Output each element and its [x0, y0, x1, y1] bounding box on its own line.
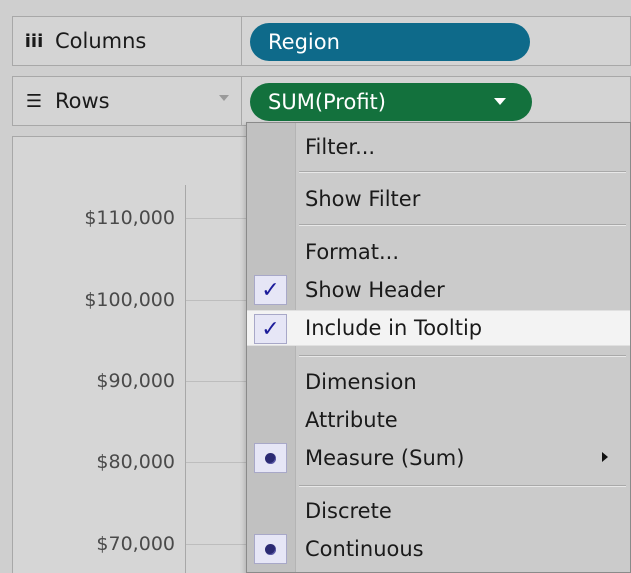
menu-separator [299, 224, 626, 226]
columns-icon: iii [24, 30, 44, 52]
y-axis-line [185, 185, 186, 573]
menu-separator [299, 171, 626, 173]
rows-icon: ☰ [25, 90, 43, 112]
menu-item-show-filter[interactable]: Show Filter [247, 181, 630, 217]
menu-item-label: Format... [305, 240, 400, 264]
menu-item-label: Include in Tooltip [305, 316, 483, 340]
menu-item-format[interactable]: Format... [247, 234, 630, 270]
menu-item-label: Measure (Sum) [305, 446, 465, 470]
menu-item-attribute[interactable]: Attribute [247, 402, 630, 438]
rows-label: Rows [55, 89, 110, 113]
region-pill[interactable]: Region [250, 23, 530, 61]
pill-dropdown-icon[interactable] [494, 98, 506, 105]
menu-item-continuous[interactable]: Continuous [247, 531, 630, 567]
y-tick-label: $70,000 [96, 533, 175, 555]
menu-item-label: Show Header [305, 278, 445, 302]
menu-item-include-in-tooltip[interactable]: ✓ Include in Tooltip [247, 310, 630, 346]
rows-shelf[interactable]: SUM(Profit) [242, 76, 631, 126]
sum-profit-pill-label: SUM(Profit) [268, 90, 386, 114]
gridline [186, 218, 246, 219]
y-tick-label: $110,000 [84, 207, 175, 229]
rows-dropdown-icon[interactable] [219, 95, 229, 101]
menu-item-show-header[interactable]: ✓ Show Header [247, 272, 630, 308]
gridline [186, 300, 246, 301]
menu-item-discrete[interactable]: Discrete [247, 493, 630, 529]
menu-item-dimension[interactable]: Dimension [247, 364, 630, 400]
menu-item-label: Discrete [305, 499, 392, 523]
tableau-view: iii Columns Region ☰ Rows SUM(Profit) $1… [0, 0, 631, 573]
check-icon: ✓ [254, 314, 287, 344]
radio-selected-icon [254, 443, 287, 473]
menu-item-label: Filter... [305, 135, 376, 159]
gridline [186, 462, 246, 463]
menu-item-filter[interactable]: Filter... [247, 129, 630, 165]
y-tick-label: $80,000 [96, 451, 175, 473]
gridline [186, 544, 246, 545]
menu-item-label: Show Filter [305, 187, 421, 211]
columns-shelf[interactable]: Region [242, 16, 631, 66]
menu-separator [299, 485, 626, 487]
columns-shelf-label: iii Columns [12, 16, 242, 66]
menu-item-measure-sum[interactable]: Measure (Sum) [247, 440, 630, 476]
gridline [186, 381, 246, 382]
rows-shelf-label: ☰ Rows [12, 76, 242, 126]
pill-context-menu: Filter... Show Filter Format... ✓ Show H… [246, 122, 631, 573]
menu-item-label: Dimension [305, 370, 417, 394]
region-pill-label: Region [268, 30, 340, 54]
y-tick-label: $100,000 [84, 289, 175, 311]
menu-separator [299, 355, 626, 357]
y-tick-label: $90,000 [96, 370, 175, 392]
menu-item-label: Attribute [305, 408, 398, 432]
check-icon: ✓ [254, 275, 287, 305]
sum-profit-pill[interactable]: SUM(Profit) [250, 83, 532, 121]
columns-label: Columns [55, 29, 147, 53]
radio-selected-icon [254, 534, 287, 564]
submenu-arrow-icon [602, 452, 608, 462]
menu-item-label: Continuous [305, 537, 424, 561]
